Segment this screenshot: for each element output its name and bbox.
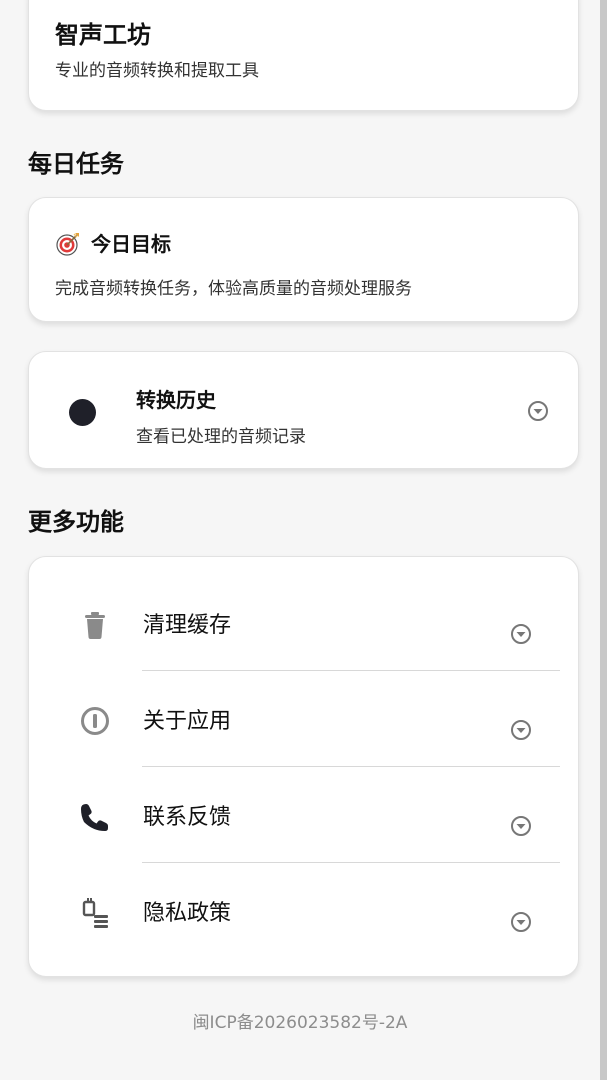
- chevron-down-icon: [511, 816, 531, 836]
- chevron-down-icon: [511, 720, 531, 740]
- menu-item-contact-feedback[interactable]: 联系反馈: [29, 767, 580, 863]
- menu-item-clear-cache[interactable]: 清理缓存: [29, 575, 580, 671]
- menu-item-label: 关于应用: [143, 709, 232, 734]
- menu-item-privacy-policy[interactable]: 隐私政策: [29, 863, 580, 959]
- chevron-down-icon: [528, 401, 548, 421]
- app-subtitle: 专业的音频转换和提取工具: [55, 61, 259, 81]
- target-icon: [56, 233, 79, 256]
- conversion-history-card[interactable]: 转换历史 查看已处理的音频记录: [28, 351, 579, 469]
- app-info-card: 智声工坊 专业的音频转换和提取工具: [28, 0, 579, 111]
- info-icon: [81, 707, 109, 735]
- history-title: 转换历史: [136, 388, 216, 412]
- privacy-icon: [82, 898, 108, 928]
- menu-item-label: 联系反馈: [143, 805, 232, 830]
- menu-item-about[interactable]: 关于应用: [29, 671, 580, 767]
- chevron-down-icon: [511, 624, 531, 644]
- phone-icon: [81, 804, 108, 831]
- section-title-daily: 每日任务: [28, 150, 124, 178]
- trash-icon: [85, 612, 105, 639]
- section-title-more: 更多功能: [28, 508, 124, 536]
- menu-item-label: 隐私政策: [143, 901, 232, 926]
- menu-item-label: 清理缓存: [143, 613, 232, 638]
- daily-goal-card[interactable]: 今日目标 完成音频转换任务，体验高质量的音频处理服务: [28, 197, 579, 322]
- dot-icon: [69, 399, 96, 426]
- more-features-card: 清理缓存 关于应用 联系反馈 隐私政策: [28, 556, 579, 977]
- history-subtitle: 查看已处理的音频记录: [136, 427, 306, 447]
- scrollbar[interactable]: [600, 0, 607, 1080]
- daily-goal-description: 完成音频转换任务，体验高质量的音频处理服务: [55, 279, 412, 299]
- app-title: 智声工坊: [55, 21, 151, 49]
- chevron-down-icon: [511, 912, 531, 932]
- daily-goal-title: 今日目标: [91, 232, 171, 256]
- icp-license-link[interactable]: 闽ICP备2026023582号-2A: [0, 1008, 600, 1033]
